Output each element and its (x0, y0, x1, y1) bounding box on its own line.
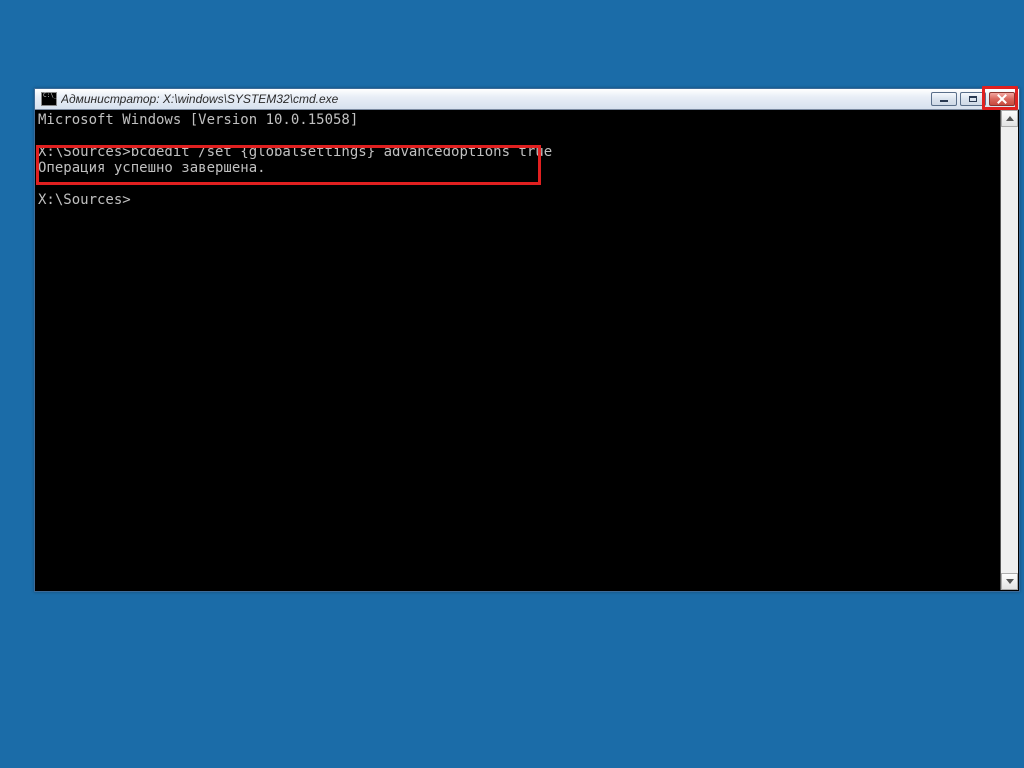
close-icon (997, 94, 1007, 104)
terminal-prompt-2: X:\Sources> (38, 192, 131, 208)
window-title: Администратор: X:\windows\SYSTEM32\cmd.e… (61, 92, 931, 106)
scrollbar-down-button[interactable] (1001, 573, 1018, 590)
terminal-result: Операция успешно завершена. (38, 160, 266, 176)
terminal-prompt-1: X:\Sources> (38, 144, 131, 160)
titlebar[interactable]: Администратор: X:\windows\SYSTEM32\cmd.e… (35, 89, 1019, 110)
chevron-down-icon (1006, 579, 1014, 584)
maximize-button[interactable] (960, 92, 986, 106)
terminal-output[interactable]: Microsoft Windows [Version 10.0.15058] X… (36, 110, 1000, 590)
cmd-window: Администратор: X:\windows\SYSTEM32\cmd.e… (34, 88, 1020, 592)
chevron-up-icon (1006, 116, 1014, 121)
minimize-icon (940, 100, 948, 102)
vertical-scrollbar[interactable] (1000, 110, 1018, 590)
terminal-header: Microsoft Windows [Version 10.0.15058] (38, 112, 358, 128)
window-controls (931, 92, 1015, 106)
terminal-command: bcdedit /set {globalsettings} advancedop… (131, 144, 552, 160)
scrollbar-up-button[interactable] (1001, 110, 1018, 127)
scrollbar-track[interactable] (1001, 127, 1018, 573)
minimize-button[interactable] (931, 92, 957, 106)
cmd-icon (41, 92, 57, 106)
close-button[interactable] (989, 92, 1015, 106)
maximize-icon (969, 96, 977, 102)
client-area: Microsoft Windows [Version 10.0.15058] X… (36, 110, 1018, 590)
